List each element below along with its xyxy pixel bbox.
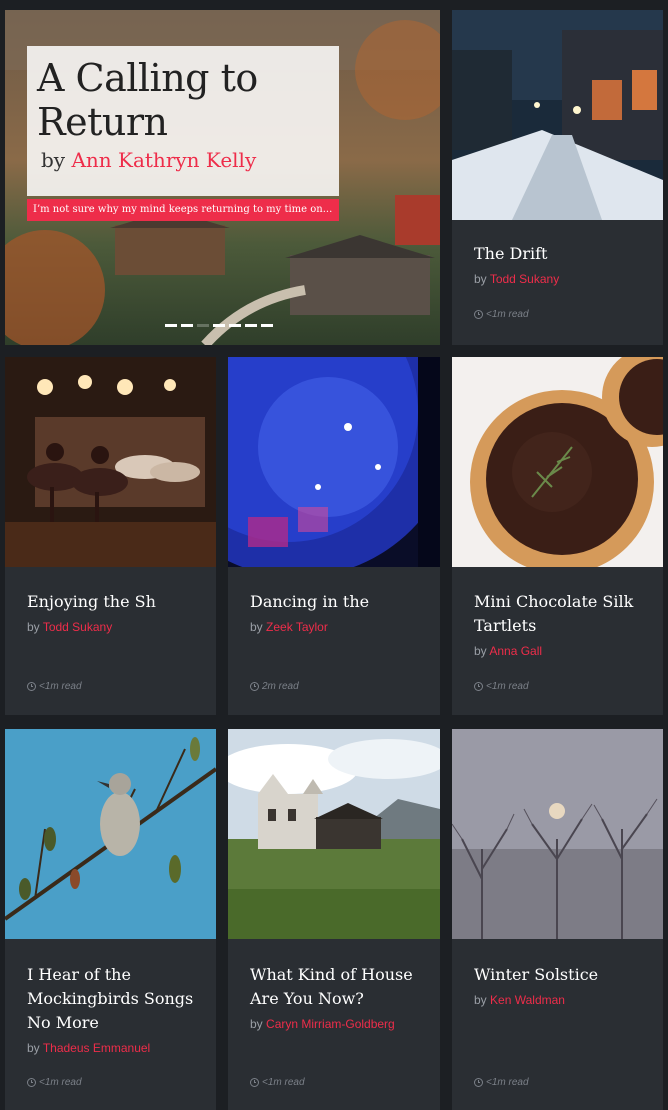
post-thumbnail[interactable]: [228, 729, 440, 939]
post-card[interactable]: I Hear of the Mockingbirds Songs No More…: [5, 729, 216, 1110]
hero-caption: A Calling to Return by Ann Kathryn Kelly: [27, 46, 339, 196]
post-byline: by Anna Gall: [474, 644, 543, 658]
post-thumbnail[interactable]: [452, 357, 663, 567]
author-link[interactable]: Caryn Mirriam-Goldberg: [266, 1017, 395, 1031]
post-card[interactable]: Enjoying the Sh by Todd Sukany <1m read: [5, 357, 216, 715]
ballet-dancers-image: [5, 357, 216, 567]
clock-icon: [250, 1078, 259, 1087]
hero-byline: by Ann Kathryn Kelly: [41, 148, 257, 172]
hero-excerpt[interactable]: I’m not sure why my mind keeps returning…: [27, 199, 339, 221]
post-title[interactable]: Enjoying the Sh: [27, 590, 202, 614]
post-title[interactable]: I Hear of the Mockingbirds Songs No More: [27, 963, 202, 1035]
post-thumbnail[interactable]: [452, 10, 663, 220]
clock-icon: [474, 682, 483, 691]
post-title[interactable]: Winter Solstice: [474, 963, 649, 987]
post-byline: by Zeek Taylor: [250, 620, 328, 634]
slider-dot[interactable]: [165, 324, 177, 327]
snowy-street-image: [452, 10, 663, 220]
read-time: <1m read: [250, 1077, 305, 1088]
post-card[interactable]: Winter Solstice by Ken Waldman <1m read: [452, 729, 663, 1110]
slider-dot[interactable]: [181, 324, 193, 327]
post-thumbnail[interactable]: [228, 357, 440, 567]
author-link[interactable]: Todd Sukany: [43, 620, 112, 634]
hero-author-link[interactable]: Ann Kathryn Kelly: [71, 148, 256, 172]
hero-slider[interactable]: A Calling to Return by Ann Kathryn Kelly…: [5, 10, 440, 345]
author-link[interactable]: Anna Gall: [489, 644, 542, 658]
slider-dot[interactable]: [197, 324, 209, 327]
read-time: <1m read: [474, 1077, 529, 1088]
post-byline: by Todd Sukany: [27, 620, 113, 634]
disco-ball-image: [228, 357, 440, 567]
clock-icon: [27, 682, 36, 691]
post-title[interactable]: Mini Chocolate Silk Tartlets: [474, 590, 649, 638]
slider-dot[interactable]: [229, 324, 241, 327]
post-byline: by Caryn Mirriam-Goldberg: [250, 1017, 395, 1031]
read-time: <1m read: [27, 1077, 82, 1088]
author-link[interactable]: Thadeus Emmanuel: [43, 1041, 150, 1055]
clock-icon: [474, 310, 483, 319]
post-title[interactable]: The Drift: [474, 242, 649, 266]
slider-dot[interactable]: [245, 324, 257, 327]
post-thumbnail[interactable]: [5, 729, 216, 939]
author-link[interactable]: Ken Waldman: [490, 993, 565, 1007]
clock-icon: [27, 1078, 36, 1087]
chocolate-tart-image: [452, 357, 663, 567]
post-byline: by Ken Waldman: [474, 993, 565, 1007]
read-time: <1m read: [27, 681, 82, 692]
post-card[interactable]: What Kind of House Are You Now? by Caryn…: [228, 729, 440, 1110]
post-title[interactable]: Dancing in the: [250, 590, 426, 614]
read-time: <1m read: [474, 309, 529, 320]
slider-dots: [165, 324, 273, 327]
post-card[interactable]: Dancing in the by Zeek Taylor 2m read: [228, 357, 440, 715]
post-byline: by Thadeus Emmanuel: [27, 1041, 151, 1055]
mockingbird-image: [5, 729, 216, 939]
ruined-house-image: [228, 729, 440, 939]
winter-moon-image: [452, 729, 663, 939]
post-card[interactable]: Mini Chocolate Silk Tartlets by Anna Gal…: [452, 357, 663, 715]
post-thumbnail[interactable]: [5, 357, 216, 567]
slider-dot[interactable]: [261, 324, 273, 327]
clock-icon: [474, 1078, 483, 1087]
read-time: <1m read: [474, 681, 529, 692]
author-link[interactable]: Todd Sukany: [490, 272, 559, 286]
post-title[interactable]: What Kind of House Are You Now?: [250, 963, 426, 1011]
author-link[interactable]: Zeek Taylor: [266, 620, 328, 634]
post-byline: by Todd Sukany: [474, 272, 560, 286]
hero-title[interactable]: A Calling to Return: [37, 56, 329, 144]
slider-dot[interactable]: [213, 324, 225, 327]
post-card[interactable]: The Drift by Todd Sukany <1m read: [452, 10, 663, 345]
post-thumbnail[interactable]: [452, 729, 663, 939]
read-time: 2m read: [250, 681, 299, 692]
clock-icon: [250, 682, 259, 691]
